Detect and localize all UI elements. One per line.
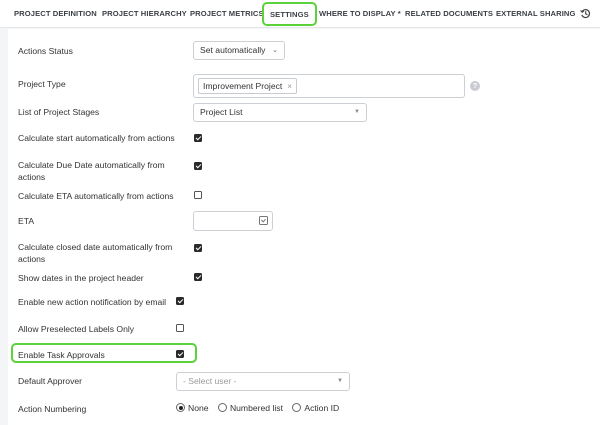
- calc-closed-label: Calculate closed date automatically from…: [18, 242, 173, 264]
- project-type-tag-label: Improvement Project: [203, 81, 283, 91]
- calc-eta-label: Calculate ETA automatically from actions: [18, 191, 174, 201]
- tab-settings[interactable]: SETTINGS: [262, 2, 317, 26]
- calc-closed-checkbox[interactable]: [194, 244, 202, 252]
- radio-action-id[interactable]: [292, 403, 302, 412]
- tab-where-to-display[interactable]: WHERE TO DISPLAY *: [319, 0, 401, 28]
- calc-due-label: Calculate Due Date automatically from ac…: [18, 160, 165, 182]
- project-type-tag: Improvement Project ×: [198, 78, 297, 94]
- project-type-input[interactable]: Improvement Project ×: [193, 74, 465, 98]
- tab-related-documents[interactable]: RELATED DOCUMENTS: [405, 0, 493, 28]
- actions-status-label: Actions Status: [18, 46, 73, 56]
- action-numbering-label: Action Numbering: [18, 404, 87, 414]
- project-stages-select[interactable]: Project List ▼: [193, 103, 367, 122]
- chevron-down-icon: ▼: [337, 378, 343, 384]
- close-icon[interactable]: ×: [287, 82, 292, 91]
- action-numbering-options: None Numbered list Action ID: [176, 403, 346, 415]
- tab-bar: PROJECT DEFINITION PROJECT HIERARCHY PRO…: [0, 0, 600, 28]
- calc-due-checkbox[interactable]: [194, 162, 202, 170]
- chevron-down-icon: ▼: [354, 109, 360, 115]
- radio-action-id-label: Action ID: [304, 403, 340, 413]
- history-icon[interactable]: [580, 8, 591, 19]
- task-approvals-label: Enable Task Approvals: [18, 350, 105, 360]
- tab-project-definition[interactable]: PROJECT DEFINITION: [14, 0, 97, 28]
- radio-none[interactable]: [176, 403, 185, 412]
- settings-panel: Actions Status Set automatically ⌄ Proje…: [8, 29, 600, 425]
- project-stages-label: List of Project Stages: [18, 107, 100, 117]
- preselected-labels-label: Allow Preselected Labels Only: [18, 324, 135, 334]
- tab-external-sharing[interactable]: EXTERNAL SHARING: [496, 0, 576, 28]
- calc-eta-checkbox[interactable]: [194, 191, 202, 199]
- show-dates-checkbox[interactable]: [194, 273, 202, 281]
- actions-status-value: Set automatically: [200, 45, 266, 55]
- default-approver-label: Default Approver: [18, 376, 83, 386]
- tab-project-metrics[interactable]: PROJECT METRICS: [190, 0, 264, 28]
- default-approver-placeholder: - Select user -: [183, 376, 237, 386]
- actions-status-select[interactable]: Set automatically ⌄: [193, 41, 285, 60]
- radio-numbered-list[interactable]: [217, 403, 227, 412]
- eta-label: ETA: [18, 216, 35, 226]
- radio-none-label: None: [188, 403, 209, 413]
- calendar-icon[interactable]: [259, 216, 268, 225]
- show-dates-label: Show dates in the project header: [18, 273, 144, 283]
- chevron-down-icon: ⌄: [272, 47, 278, 54]
- new-action-notification-checkbox[interactable]: [176, 297, 184, 305]
- project-type-label: Project Type: [18, 79, 66, 89]
- new-action-notification-label: Enable new action notification by email: [18, 297, 167, 307]
- eta-date-input[interactable]: [193, 211, 273, 231]
- tab-project-hierarchy[interactable]: PROJECT HIERARCHY: [102, 0, 187, 28]
- task-approvals-checkbox[interactable]: [176, 350, 184, 358]
- calc-start-checkbox[interactable]: [194, 134, 202, 142]
- preselected-labels-checkbox[interactable]: [176, 324, 184, 332]
- default-approver-select[interactable]: - Select user - ▼: [176, 372, 350, 391]
- project-stages-value: Project List: [200, 107, 243, 117]
- help-icon[interactable]: ?: [470, 81, 480, 91]
- radio-numbered-list-label: Numbered list: [229, 403, 283, 413]
- calc-start-label: Calculate start automatically from actio…: [18, 133, 175, 143]
